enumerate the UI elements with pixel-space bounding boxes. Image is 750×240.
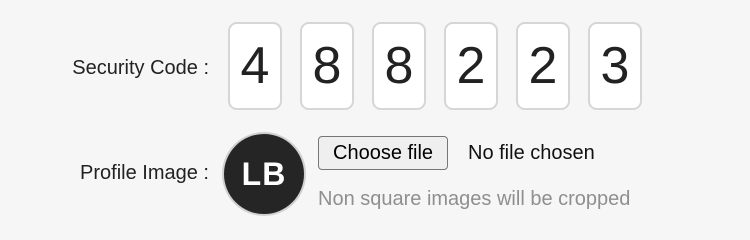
profile-image-label: Profile Image :	[80, 162, 209, 184]
avatar: LB	[222, 132, 306, 216]
security-code-digit-2[interactable]: 8	[300, 22, 354, 110]
security-code-label: Security Code :	[72, 57, 209, 79]
file-status-text: No file chosen	[468, 142, 595, 164]
choose-file-button[interactable]: Choose file	[318, 136, 449, 170]
security-code-digit-3[interactable]: 8	[372, 22, 426, 110]
security-code-digit-4[interactable]: 2	[444, 22, 498, 110]
security-code-digits: 4 8 8 2 2 3	[228, 22, 642, 110]
crop-hint-text: Non square images will be cropped	[318, 188, 631, 210]
security-code-digit-6[interactable]: 3	[588, 22, 642, 110]
security-code-digit-1[interactable]: 4	[228, 22, 282, 110]
security-code-digit-5[interactable]: 2	[516, 22, 570, 110]
